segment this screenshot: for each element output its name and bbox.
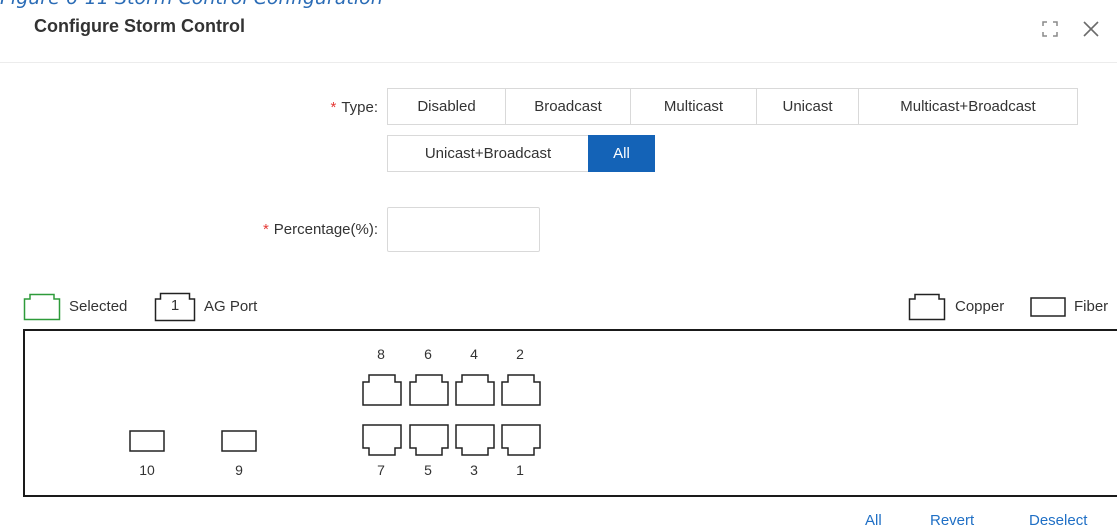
header-divider bbox=[0, 62, 1117, 63]
ag-port-legend-number: 1 bbox=[170, 297, 180, 314]
port-number-6: 6 bbox=[424, 346, 432, 362]
port-number-3: 3 bbox=[470, 462, 478, 478]
type-option-unicast[interactable]: Unicast bbox=[756, 88, 859, 125]
port-number-2: 2 bbox=[516, 346, 524, 362]
legend-selected-label: Selected bbox=[69, 298, 128, 315]
port-panel bbox=[23, 329, 1117, 497]
fiber-port-10[interactable] bbox=[129, 430, 165, 452]
expand-icon[interactable] bbox=[1039, 18, 1061, 40]
type-option-all[interactable]: All bbox=[588, 135, 655, 172]
copper-port-5[interactable] bbox=[409, 424, 449, 456]
copper-port-3[interactable] bbox=[455, 424, 495, 456]
port-number-4: 4 bbox=[470, 346, 478, 362]
type-option-multicast[interactable]: Multicast bbox=[630, 88, 757, 125]
figure-caption: Figure 6-11 Storm Control Configuration bbox=[0, 0, 383, 9]
port-number-1: 1 bbox=[516, 462, 524, 478]
type-option-multicast-broadcast[interactable]: Multicast+Broadcast bbox=[858, 88, 1078, 125]
legend-copper-label: Copper bbox=[955, 298, 1005, 315]
port-number-8: 8 bbox=[377, 346, 385, 362]
copper-port-4[interactable] bbox=[455, 374, 495, 406]
legend-ag-port-label: AG Port bbox=[204, 298, 258, 315]
copper-port-6[interactable] bbox=[409, 374, 449, 406]
port-number-5: 5 bbox=[424, 462, 432, 478]
select-all-link[interactable]: All bbox=[865, 512, 882, 529]
port-number-10: 10 bbox=[139, 462, 155, 478]
revert-link[interactable]: Revert bbox=[930, 512, 974, 529]
dialog-title: Configure Storm Control bbox=[34, 16, 245, 36]
fiber-port-9[interactable] bbox=[221, 430, 257, 452]
selected-port-legend-icon bbox=[23, 293, 61, 321]
port-number-7: 7 bbox=[377, 462, 385, 478]
fiber-port-legend-icon bbox=[1030, 297, 1066, 317]
copper-port-8[interactable] bbox=[362, 374, 402, 406]
copper-port-2[interactable] bbox=[501, 374, 541, 406]
type-label: * Type: bbox=[330, 99, 378, 116]
type-option-disabled[interactable]: Disabled bbox=[387, 88, 506, 125]
copper-port-legend-icon bbox=[908, 293, 946, 321]
type-option-unicast-broadcast[interactable]: Unicast+Broadcast bbox=[387, 135, 589, 172]
legend-fiber-label: Fiber bbox=[1074, 298, 1109, 315]
port-number-9: 9 bbox=[235, 462, 243, 478]
close-icon[interactable] bbox=[1080, 18, 1102, 40]
copper-port-7[interactable] bbox=[362, 424, 402, 456]
required-mark: * bbox=[262, 221, 269, 238]
percentage-input[interactable] bbox=[387, 207, 540, 252]
copper-port-1[interactable] bbox=[501, 424, 541, 456]
deselect-link[interactable]: Deselect bbox=[1029, 512, 1087, 529]
percentage-label: * Percentage(%): bbox=[262, 221, 378, 238]
required-mark: * bbox=[330, 99, 337, 116]
type-option-broadcast[interactable]: Broadcast bbox=[505, 88, 631, 125]
